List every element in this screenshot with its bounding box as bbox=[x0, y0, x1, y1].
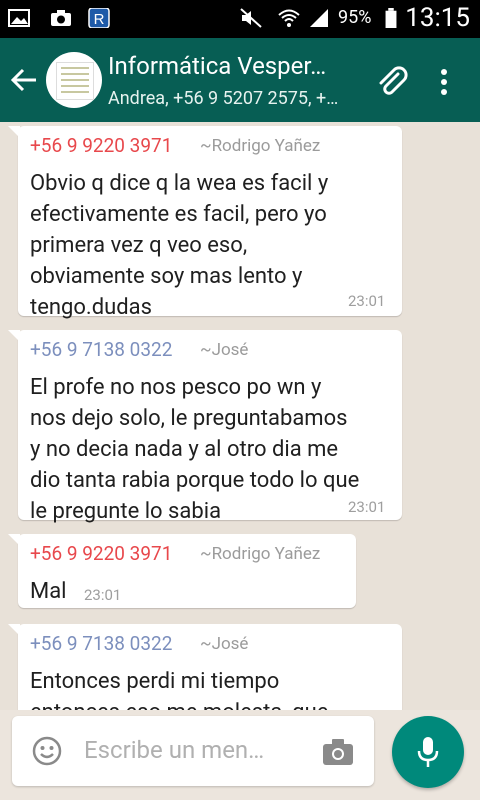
document-thumbnail-icon bbox=[56, 62, 94, 100]
sender-phone[interactable]: +56 9 9220 3971 bbox=[30, 542, 172, 565]
group-title[interactable]: Informática Vesper… bbox=[108, 52, 326, 80]
microphone-icon bbox=[417, 737, 439, 767]
message-text: Entonces perdi mi tiempo entonces eso me… bbox=[30, 669, 328, 710]
message-input[interactable]: Escribe un men… bbox=[84, 736, 264, 764]
battery-icon bbox=[385, 8, 397, 28]
message-text: Obvio q dice q la wea es facil y efectiv… bbox=[30, 171, 329, 320]
image-icon bbox=[8, 9, 30, 27]
camera-icon bbox=[51, 10, 71, 26]
sender-alias: ~Rodrigo Yañez bbox=[200, 136, 321, 156]
r-app-icon: R bbox=[88, 8, 110, 28]
sender-phone[interactable]: +56 9 7138 0322 bbox=[30, 632, 172, 655]
message-bubble[interactable]: +56 9 9220 3971 ~Rodrigo Yañez Mal 23:01 bbox=[8, 534, 356, 608]
sender-phone[interactable]: +56 9 7138 0322 bbox=[30, 338, 172, 361]
message-bubble[interactable]: +56 9 7138 0322 ~José El profe no nos pe… bbox=[8, 330, 402, 524]
battery-percent: 95% bbox=[338, 7, 372, 28]
sender-phone[interactable]: +56 9 9220 3971 bbox=[30, 134, 172, 157]
clock: 13:15 bbox=[405, 3, 470, 33]
message-input-bar[interactable]: Escribe un men… bbox=[12, 716, 374, 786]
sender-alias: ~José bbox=[200, 634, 249, 654]
wifi-icon bbox=[278, 9, 300, 27]
message-bubble[interactable]: +56 9 7138 0322 ~José Entonces perdi mi … bbox=[8, 624, 402, 710]
voice-record-button[interactable] bbox=[392, 716, 464, 788]
arrow-back-icon[interactable] bbox=[10, 66, 38, 94]
mute-icon bbox=[240, 8, 262, 28]
message-time: 23:01 bbox=[348, 498, 386, 516]
group-participants[interactable]: Andrea, +56 9 5207 2575, +… bbox=[108, 88, 338, 109]
sender-alias: ~José bbox=[200, 340, 249, 360]
signal-icon bbox=[310, 9, 328, 27]
paperclip-icon[interactable] bbox=[374, 64, 410, 100]
sender-alias: ~Rodrigo Yañez bbox=[200, 544, 321, 564]
svg-text:R: R bbox=[94, 11, 105, 28]
message-time: 23:01 bbox=[348, 292, 386, 310]
camera-icon[interactable] bbox=[322, 738, 354, 766]
emoji-icon[interactable] bbox=[32, 736, 62, 766]
message-time: 23:01 bbox=[84, 586, 122, 604]
message-text: El profe no nos pesco po wn y nos dejo s… bbox=[30, 375, 360, 524]
status-bar: R 95% 13:15 bbox=[0, 0, 480, 38]
message-list[interactable]: +56 9 9220 3971 ~Rodrigo Yañez Obvio q d… bbox=[0, 122, 480, 710]
chat-header: Informática Vesper… Andrea, +56 9 5207 2… bbox=[0, 38, 480, 122]
message-text: Mal bbox=[30, 579, 67, 604]
group-avatar[interactable] bbox=[46, 52, 102, 108]
message-bubble[interactable]: +56 9 9220 3971 ~Rodrigo Yañez Obvio q d… bbox=[8, 126, 402, 320]
more-vert-icon[interactable] bbox=[432, 64, 456, 100]
